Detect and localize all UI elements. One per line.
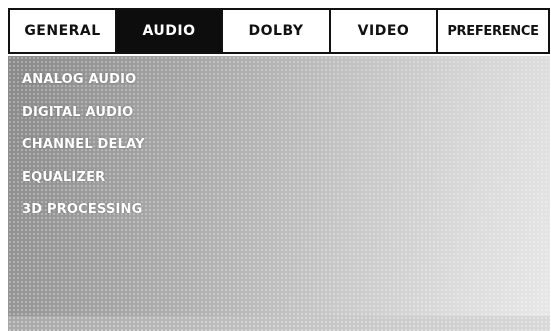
menu-item-digital-audio[interactable]: DIGITAL AUDIO [22, 101, 145, 134]
tab-bar: GENERAL AUDIO DOLBY VIDEO PREFERENCE [8, 8, 550, 54]
menu-item-equalizer[interactable]: EQUALIZER [22, 166, 145, 199]
menu-item-3d-processing[interactable]: 3D PROCESSING [22, 198, 145, 231]
bottom-strip [8, 316, 550, 331]
menu-item-analog-audio[interactable]: ANALOG AUDIO [22, 68, 145, 101]
tab-general[interactable]: GENERAL [10, 10, 117, 52]
settings-screen: GENERAL AUDIO DOLBY VIDEO PREFERENCE ANA… [0, 0, 551, 331]
tab-dolby[interactable]: DOLBY [223, 10, 331, 52]
tab-video[interactable]: VIDEO [331, 10, 438, 52]
audio-settings-panel: ANALOG AUDIO DIGITAL AUDIO CHANNEL DELAY… [8, 56, 550, 316]
menu-item-channel-delay[interactable]: CHANNEL DELAY [22, 133, 145, 166]
audio-menu: ANALOG AUDIO DIGITAL AUDIO CHANNEL DELAY… [22, 68, 145, 231]
tab-audio[interactable]: AUDIO [117, 10, 223, 52]
tab-preference[interactable]: PREFERENCE [438, 10, 548, 52]
